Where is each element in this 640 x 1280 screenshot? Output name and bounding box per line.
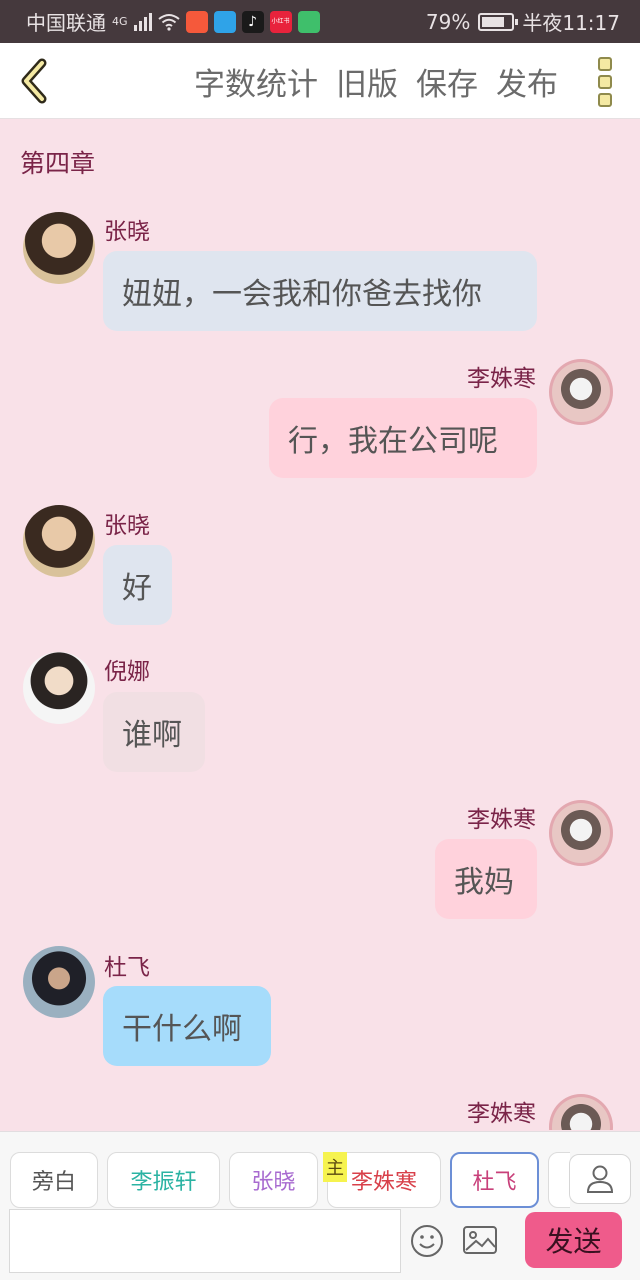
message-text: 妞妞，一会我和你爸去找你	[122, 277, 482, 312]
xiaohongshu-icon: 小红书	[269, 10, 292, 33]
chip-label: 李姝寒	[350, 1170, 417, 1195]
battery-percent: 79%	[425, 9, 471, 34]
chip-label: 杜飞	[472, 1170, 517, 1195]
person-icon	[586, 1165, 614, 1193]
send-button[interactable]: 发送	[525, 1212, 622, 1268]
kuaishou-icon	[185, 10, 208, 33]
sender-name: 李姝寒	[467, 1101, 536, 1127]
smiley-icon[interactable]	[410, 1224, 444, 1258]
carrier-label: 中国联通	[26, 11, 106, 35]
sender-name: 杜飞	[104, 955, 150, 981]
avatar[interactable]	[549, 1094, 613, 1130]
qq-browser-icon	[213, 10, 236, 33]
character-chip[interactable]	[548, 1152, 570, 1208]
avatar[interactable]	[549, 800, 613, 866]
message-text: 我妈	[454, 865, 514, 900]
chip-label: 李振轩	[130, 1170, 197, 1195]
editor-toolbar: 字数统计 旧版 保存 发布	[0, 43, 640, 119]
avatar[interactable]	[23, 652, 95, 724]
message-bubble[interactable]: 干什么啊	[103, 986, 271, 1066]
wifi-icon	[157, 13, 180, 31]
publish-button[interactable]: 发布	[496, 59, 558, 104]
avatar[interactable]	[549, 359, 613, 425]
message-text: 谁啊	[122, 718, 182, 753]
chat-area[interactable]: 第四章 张晓 妞妞，一会我和你爸去找你 李姝寒 行，我在公司呢 张晓 好 倪娜 …	[0, 120, 640, 1130]
save-button[interactable]: 保存	[416, 59, 478, 104]
word-count-button[interactable]: 字数统计	[194, 59, 318, 104]
avatar[interactable]	[23, 505, 95, 577]
message-text: 干什么啊	[122, 1012, 242, 1047]
message-bubble[interactable]: 谁啊	[103, 692, 205, 772]
message-text: 行，我在公司呢	[288, 424, 498, 459]
image-icon[interactable]	[462, 1224, 498, 1256]
message-bubble[interactable]: 我妈	[435, 839, 537, 919]
sender-name: 张晓	[104, 219, 150, 245]
character-chip[interactable]: 张晓	[229, 1152, 318, 1208]
chip-label: 张晓	[251, 1170, 296, 1195]
sender-name: 李姝寒	[467, 807, 536, 833]
sender-name: 张晓	[104, 513, 150, 539]
battery-icon	[478, 12, 519, 31]
more-vertical-icon[interactable]	[598, 57, 614, 107]
tiktok-icon: ♪	[241, 10, 264, 33]
character-chip-selected[interactable]: 杜飞	[450, 1152, 539, 1208]
add-character-button[interactable]	[569, 1154, 631, 1204]
character-selector: 旁白 李振轩 张晓 李姝寒 杜飞	[10, 1152, 570, 1208]
chip-label: 旁白	[31, 1170, 76, 1195]
message-bubble[interactable]: 妞妞，一会我和你爸去找你	[103, 251, 537, 331]
back-button[interactable]	[16, 57, 56, 105]
character-chip[interactable]: 旁白	[10, 1152, 98, 1208]
old-version-button[interactable]: 旧版	[336, 59, 398, 104]
message-bubble[interactable]: 行，我在公司呢	[269, 398, 537, 478]
character-chip[interactable]: 李振轩	[107, 1152, 220, 1208]
chevron-left-icon	[21, 58, 47, 104]
main-role-badge: 主	[323, 1152, 347, 1182]
status-bar: 中国联通 4G ♪ 小红书 79% 半夜11:17	[0, 0, 640, 43]
sender-name: 李姝寒	[467, 366, 536, 392]
clock: 半夜11:17	[522, 11, 620, 35]
avatar[interactable]	[23, 212, 95, 284]
message-text: 好	[122, 571, 152, 606]
tencent-video-icon	[297, 10, 320, 33]
network-type: 4G	[112, 15, 128, 28]
message-bubble[interactable]: 好	[103, 545, 172, 625]
avatar[interactable]	[23, 946, 95, 1018]
signal-icon	[133, 12, 152, 31]
message-input[interactable]	[9, 1209, 401, 1273]
chapter-title: 第四章	[20, 149, 96, 178]
sender-name: 倪娜	[104, 659, 150, 685]
